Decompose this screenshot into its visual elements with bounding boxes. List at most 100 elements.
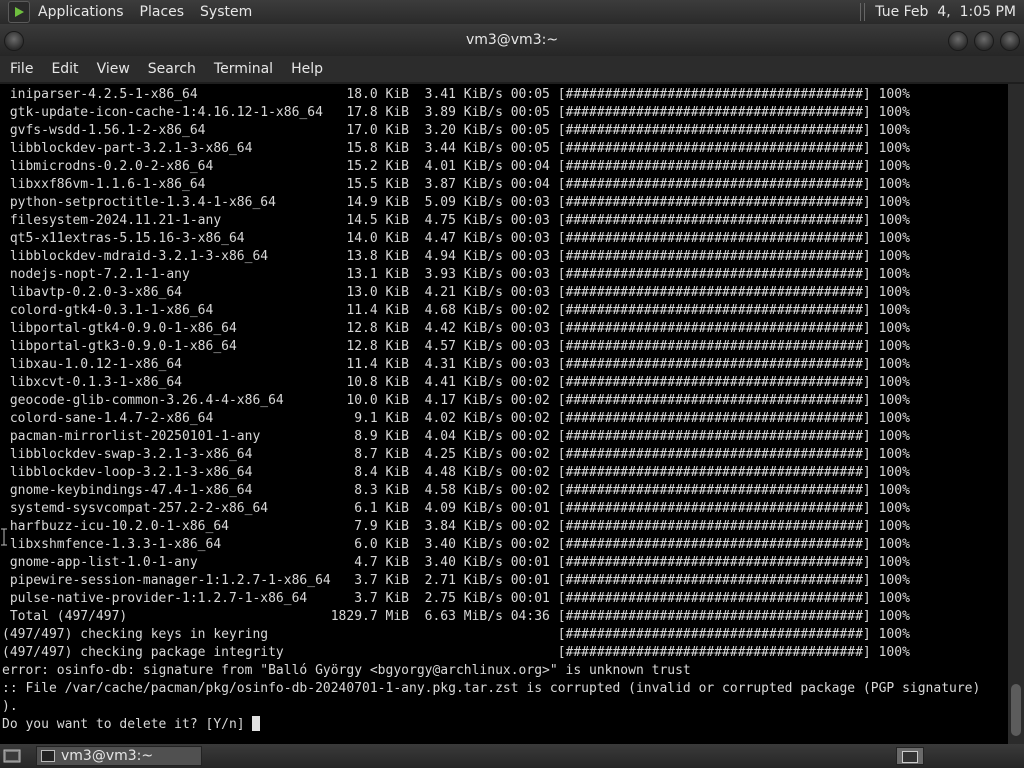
terminal-line: Do you want to delete it? [Y/n] xyxy=(2,716,1008,734)
taskbar-item-label: vm3@vm3:~ xyxy=(61,748,154,764)
terminal-line-text: colord-sane-1.4.7-2-x86_64 9.1 KiB 4.02 … xyxy=(2,411,910,426)
show-desktop-icon[interactable] xyxy=(2,746,22,766)
terminal-line: qt5-x11extras-5.15.16-3-x86_64 14.0 KiB … xyxy=(2,230,1008,248)
workspace-window-icon xyxy=(902,751,918,763)
terminal-line-text: iniparser-4.2.5-1-x86_64 18.0 KiB 3.41 K… xyxy=(2,87,910,102)
terminal-line-text: pipewire-session-manager-1:1.2.7-1-x86_6… xyxy=(2,573,910,588)
terminal-line-text: python-setproctitle-1.3.4-1-x86_64 14.9 … xyxy=(2,195,910,210)
menu-applications[interactable]: Applications xyxy=(30,4,132,20)
terminal-scrollbar[interactable] xyxy=(1008,84,1024,744)
terminal-line: filesystem-2024.11.21-1-any 14.5 KiB 4.7… xyxy=(2,212,1008,230)
terminal-line-text: gtk-update-icon-cache-1:4.16.12-1-x86_64… xyxy=(2,105,910,120)
maximize-icon[interactable] xyxy=(974,31,994,51)
menu-system[interactable]: System xyxy=(192,4,260,20)
menu-help[interactable]: Help xyxy=(283,61,331,77)
terminal-line: gtk-update-icon-cache-1:4.16.12-1-x86_64… xyxy=(2,104,1008,122)
terminal-line: nodejs-nopt-7.2.1-1-any 13.1 KiB 3.93 Ki… xyxy=(2,266,1008,284)
terminal-line: Total (497/497) 1829.7 MiB 6.63 MiB/s 04… xyxy=(2,608,1008,626)
terminal-line-text: libxcvt-0.1.3-1-x86_64 10.8 KiB 4.41 KiB… xyxy=(2,375,910,390)
terminal-line: libportal-gtk3-0.9.0-1-x86_64 12.8 KiB 4… xyxy=(2,338,1008,356)
terminal-line-text: gnome-keybindings-47.4-1-x86_64 8.3 KiB … xyxy=(2,483,910,498)
terminal-line-text: libblockdev-swap-3.2.1-3-x86_64 8.7 KiB … xyxy=(2,447,910,462)
terminal-line: colord-sane-1.4.7-2-x86_64 9.1 KiB 4.02 … xyxy=(2,410,1008,428)
terminal-line-text: libmicrodns-0.2.0-2-x86_64 15.2 KiB 4.01… xyxy=(2,159,910,174)
terminal-line: systemd-sysvcompat-257.2-2-x86_64 6.1 Ki… xyxy=(2,500,1008,518)
panel-separator xyxy=(860,3,866,21)
terminal-line-text: gnome-app-list-1.0-1-any 4.7 KiB 3.40 Ki… xyxy=(2,555,910,570)
terminal-line: libblockdev-swap-3.2.1-3-x86_64 8.7 KiB … xyxy=(2,446,1008,464)
menubar: File Edit View Search Terminal Help xyxy=(0,56,1024,82)
terminal-line-text: geocode-glib-common-3.26.4-4-x86_64 10.0… xyxy=(2,393,910,408)
terminal-line: iniparser-4.2.5-1-x86_64 18.0 KiB 3.41 K… xyxy=(2,86,1008,104)
taskbar-item-terminal[interactable]: vm3@vm3:~ xyxy=(36,746,202,766)
scrollbar-thumb[interactable] xyxy=(1011,684,1021,736)
terminal-line-text: error: osinfo-db: signature from "Balló … xyxy=(2,663,691,678)
terminal-line: harfbuzz-icu-10.2.0-1-x86_64 7.9 KiB 3.8… xyxy=(2,518,1008,536)
terminal-line: gnome-keybindings-47.4-1-x86_64 8.3 KiB … xyxy=(2,482,1008,500)
top-panel: Applications Places System Tue Feb 4, 1:… xyxy=(0,0,1024,24)
terminal-line: libavtp-0.2.0-3-x86_64 13.0 KiB 4.21 KiB… xyxy=(2,284,1008,302)
workspace-switcher[interactable] xyxy=(896,747,924,765)
terminal-line: pipewire-session-manager-1:1.2.7-1-x86_6… xyxy=(2,572,1008,590)
terminal-window: vm3@vm3:~ File Edit View Search Terminal… xyxy=(0,24,1024,744)
terminal-line: libmicrodns-0.2.0-2-x86_64 15.2 KiB 4.01… xyxy=(2,158,1008,176)
terminal-line: gnome-app-list-1.0-1-any 4.7 KiB 3.40 Ki… xyxy=(2,554,1008,572)
terminal-line: :: File /var/cache/pacman/pkg/osinfo-db-… xyxy=(2,680,1008,698)
terminal-line: libblockdev-mdraid-3.2.1-3-x86_64 13.8 K… xyxy=(2,248,1008,266)
minimize-icon[interactable] xyxy=(948,31,968,51)
menu-terminal[interactable]: Terminal xyxy=(206,61,281,77)
terminal-line-text: libxshmfence-1.3.3-1-x86_64 6.0 KiB 3.40… xyxy=(2,537,910,552)
terminal-line: libblockdev-loop-3.2.1-3-x86_64 8.4 KiB … xyxy=(2,464,1008,482)
bottom-panel: vm3@vm3:~ xyxy=(0,744,1024,768)
terminal-line: geocode-glib-common-3.26.4-4-x86_64 10.0… xyxy=(2,392,1008,410)
terminal-line-text: ). xyxy=(2,699,18,714)
terminal-line: ). xyxy=(2,698,1008,716)
terminal-line-text: nodejs-nopt-7.2.1-1-any 13.1 KiB 3.93 Ki… xyxy=(2,267,910,282)
applications-logo-icon[interactable] xyxy=(8,1,30,23)
terminal-line: (497/497) checking keys in keyring [####… xyxy=(2,626,1008,644)
terminal-line: libxxf86vm-1.1.6-1-x86_64 15.5 KiB 3.87 … xyxy=(2,176,1008,194)
terminal-line-text: :: File /var/cache/pacman/pkg/osinfo-db-… xyxy=(2,681,981,696)
terminal-cursor xyxy=(252,716,261,731)
terminal-line-text: libavtp-0.2.0-3-x86_64 13.0 KiB 4.21 KiB… xyxy=(2,285,910,300)
terminal-line-text: gvfs-wsdd-1.56.1-2-x86_64 17.0 KiB 3.20 … xyxy=(2,123,910,138)
menu-search[interactable]: Search xyxy=(140,61,204,77)
terminal-line: colord-gtk4-0.3.1-1-x86_64 11.4 KiB 4.68… xyxy=(2,302,1008,320)
terminal-line-text: pacman-mirrorlist-20250101-1-any 8.9 KiB… xyxy=(2,429,910,444)
clock[interactable]: Tue Feb 4, 1:05 PM xyxy=(875,4,1016,20)
terminal-line-text: filesystem-2024.11.21-1-any 14.5 KiB 4.7… xyxy=(2,213,910,228)
terminal-line: libportal-gtk4-0.9.0-1-x86_64 12.8 KiB 4… xyxy=(2,320,1008,338)
menu-file[interactable]: File xyxy=(2,61,41,77)
terminal-line-text: libxxf86vm-1.1.6-1-x86_64 15.5 KiB 3.87 … xyxy=(2,177,910,192)
terminal-line-text: systemd-sysvcompat-257.2-2-x86_64 6.1 Ki… xyxy=(2,501,910,516)
terminal-line: pacman-mirrorlist-20250101-1-any 8.9 KiB… xyxy=(2,428,1008,446)
close-icon[interactable] xyxy=(1000,31,1020,51)
terminal-line: libxshmfence-1.3.3-1-x86_64 6.0 KiB 3.40… xyxy=(2,536,1008,554)
terminal-line: gvfs-wsdd-1.56.1-2-x86_64 17.0 KiB 3.20 … xyxy=(2,122,1008,140)
terminal-line: (497/497) checking package integrity [##… xyxy=(2,644,1008,662)
text-cursor-ibeam-icon xyxy=(1,528,7,546)
terminal-line: error: osinfo-db: signature from "Balló … xyxy=(2,662,1008,680)
terminal-line-text: libblockdev-mdraid-3.2.1-3-x86_64 13.8 K… xyxy=(2,249,910,264)
menu-edit[interactable]: Edit xyxy=(43,61,86,77)
terminal-line-text: Total (497/497) 1829.7 MiB 6.63 MiB/s 04… xyxy=(2,609,910,624)
terminal-line-text: colord-gtk4-0.3.1-1-x86_64 11.4 KiB 4.68… xyxy=(2,303,910,318)
menu-view[interactable]: View xyxy=(89,61,138,77)
terminal-line-text: libxau-1.0.12-1-x86_64 11.4 KiB 4.31 KiB… xyxy=(2,357,910,372)
terminal-line: libxcvt-0.1.3-1-x86_64 10.8 KiB 4.41 KiB… xyxy=(2,374,1008,392)
terminal-lines: iniparser-4.2.5-1-x86_64 18.0 KiB 3.41 K… xyxy=(2,86,1008,734)
terminal-output[interactable]: iniparser-4.2.5-1-x86_64 18.0 KiB 3.41 K… xyxy=(0,84,1008,744)
terminal-line-text: libblockdev-loop-3.2.1-3-x86_64 8.4 KiB … xyxy=(2,465,910,480)
terminal-icon xyxy=(41,750,55,762)
terminal-line-text: libblockdev-part-3.2.1-3-x86_64 15.8 KiB… xyxy=(2,141,910,156)
terminal-line-text: libportal-gtk3-0.9.0-1-x86_64 12.8 KiB 4… xyxy=(2,339,910,354)
terminal-line-text: libportal-gtk4-0.9.0-1-x86_64 12.8 KiB 4… xyxy=(2,321,910,336)
terminal-line-text: Do you want to delete it? [Y/n] xyxy=(2,717,253,732)
terminal-line-text: qt5-x11extras-5.15.16-3-x86_64 14.0 KiB … xyxy=(2,231,910,246)
menu-places[interactable]: Places xyxy=(132,4,193,20)
terminal-line-text: harfbuzz-icu-10.2.0-1-x86_64 7.9 KiB 3.8… xyxy=(2,519,910,534)
window-title: vm3@vm3:~ xyxy=(465,32,559,48)
window-menu-icon[interactable] xyxy=(4,31,24,51)
terminal-line-text: pulse-native-provider-1:1.2.7-1-x86_64 3… xyxy=(2,591,910,606)
window-titlebar[interactable]: vm3@vm3:~ xyxy=(0,24,1024,56)
